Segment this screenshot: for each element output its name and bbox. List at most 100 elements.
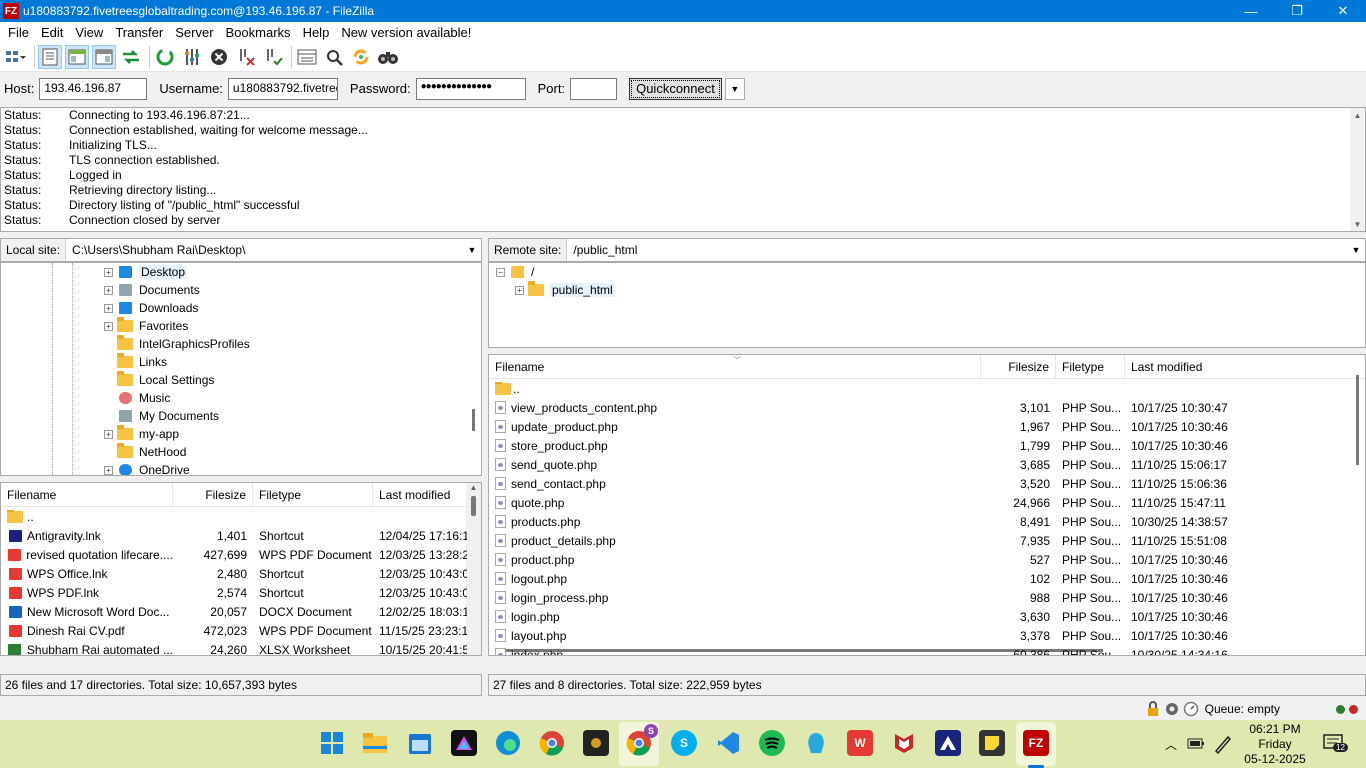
file-row[interactable]: send_quote.php 3,685 PHP Sou... 11/10/25 15… xyxy=(489,455,1349,474)
menu-help[interactable]: Help xyxy=(297,25,336,40)
column-filesize[interactable]: Filesize xyxy=(173,483,253,506)
menu-bookmarks[interactable]: Bookmarks xyxy=(220,25,297,40)
site-manager-button[interactable] xyxy=(4,45,28,69)
edge-icon[interactable] xyxy=(495,730,521,756)
file-row[interactable]: WPS Office.lnk 2,480 Shortcut 12/03/25 10:4… xyxy=(1,564,467,583)
app-blue-icon[interactable] xyxy=(803,730,829,756)
disconnect-button[interactable] xyxy=(234,45,258,69)
tree-item[interactable]: + public_html xyxy=(515,281,615,299)
host-input[interactable]: 193.46.196.87 xyxy=(39,77,148,100)
toggle-queue-button[interactable] xyxy=(119,45,143,69)
vscode-icon[interactable] xyxy=(715,730,741,756)
mcafee-icon[interactable] xyxy=(891,730,917,756)
app-icon[interactable] xyxy=(583,730,609,756)
quickconnect-button[interactable]: Quickconnect xyxy=(629,77,722,100)
reconnect-button[interactable] xyxy=(261,45,285,69)
expand-icon[interactable]: + xyxy=(104,285,113,295)
sync-browsing-button[interactable] xyxy=(349,45,373,69)
file-row[interactable]: update_product.php 1,967 PHP Sou... 10/17/2… xyxy=(489,417,1349,436)
file-row[interactable]: layout.php 3,378 PHP Sou... 10/17/25 10:30:… xyxy=(489,626,1349,645)
tree-item[interactable]: Local Settings xyxy=(104,371,214,389)
column-last-modified[interactable]: Last modified xyxy=(373,483,465,506)
file-row[interactable]: index.php 60,386 PHP Sou... 10/30/25 14:34:… xyxy=(489,645,1349,655)
tree-item[interactable]: NetHood xyxy=(104,443,186,461)
chevron-down-icon[interactable]: ▼ xyxy=(1347,245,1365,255)
cancel-operation-button[interactable] xyxy=(207,45,231,69)
expand-icon[interactable]: + xyxy=(515,285,524,295)
chrome-profile-icon[interactable]: S xyxy=(626,724,658,756)
scroll-up-icon[interactable]: ▲ xyxy=(466,483,481,492)
search-remote-button[interactable] xyxy=(376,45,400,69)
start-icon[interactable] xyxy=(319,730,345,756)
compare-button[interactable] xyxy=(322,45,346,69)
tree-item[interactable]: IntelGraphicsProfiles xyxy=(104,335,250,353)
tree-item[interactable]: Music xyxy=(104,389,170,407)
menu-server[interactable]: Server xyxy=(169,25,219,40)
file-row[interactable]: .. xyxy=(489,379,1349,398)
expand-icon[interactable]: + xyxy=(104,303,113,313)
file-row[interactable]: Antigravity.lnk 1,401 Shortcut 12/04/25 17:… xyxy=(1,526,467,545)
tree-item[interactable]: + Desktop xyxy=(104,263,188,281)
column-last-modified[interactable]: Last modified xyxy=(1125,355,1345,378)
local-directory-tree[interactable]: + Desktop + Documents + Downloads + Favorites In… xyxy=(0,262,482,476)
minimize-button[interactable]: — xyxy=(1228,0,1274,22)
file-row[interactable]: login_process.php 988 PHP Sou... 10/17/25 1… xyxy=(489,588,1349,607)
file-row[interactable]: view_products_content.php 3,101 PHP Sou...… xyxy=(489,398,1349,417)
tree-item[interactable]: − / xyxy=(496,263,534,281)
tree-item[interactable]: + Documents xyxy=(104,281,200,299)
battery-icon[interactable] xyxy=(1187,736,1205,750)
local-site-path-input[interactable]: C:\Users\Shubham Rai\Desktop\ xyxy=(66,243,463,257)
chrome-icon[interactable] xyxy=(539,730,565,756)
antigravity-icon[interactable] xyxy=(935,730,961,756)
username-input[interactable]: u180883792.fivetree xyxy=(227,77,338,100)
speed-limit-icon[interactable] xyxy=(1183,701,1199,717)
file-row[interactable]: product.php 527 PHP Sou... 10/17/25 10:30:4… xyxy=(489,550,1349,569)
toggle-log-button[interactable] xyxy=(38,44,62,69)
expand-icon[interactable]: + xyxy=(104,465,113,475)
expand-icon[interactable]: − xyxy=(496,267,505,277)
file-row[interactable]: quote.php 24,966 PHP Sou... 11/10/25 15:47:… xyxy=(489,493,1349,512)
affinity-icon[interactable] xyxy=(451,730,477,756)
file-explorer-icon[interactable] xyxy=(362,730,388,756)
menu-file[interactable]: File xyxy=(2,25,35,40)
file-row[interactable]: New Microsoft Word Doc... 20,057 DOCX Docu… xyxy=(1,602,467,621)
password-input[interactable]: ●●●●●●●●●●●●●● xyxy=(415,77,526,100)
tree-item[interactable]: + OneDrive xyxy=(104,461,190,475)
expand-icon[interactable]: + xyxy=(104,267,113,277)
tree-item[interactable]: + Favorites xyxy=(104,317,188,335)
toggle-remote-tree-button[interactable] xyxy=(92,44,116,69)
filezilla-taskbar-icon[interactable]: FZ xyxy=(1023,730,1049,756)
directory-listing-filter-button[interactable] xyxy=(295,45,319,69)
local-list-scrollbar[interactable]: ▲ xyxy=(466,483,481,655)
file-row[interactable]: products.php 8,491 PHP Sou... 10/30/25 14:3… xyxy=(489,512,1349,531)
scroll-down-icon[interactable]: ▼ xyxy=(1350,217,1365,231)
tree-scroll-thumb[interactable] xyxy=(472,409,475,431)
port-input[interactable] xyxy=(570,77,618,100)
remote-list-scroll-thumb[interactable] xyxy=(1356,375,1359,465)
tree-item[interactable]: Links xyxy=(104,353,167,371)
scroll-up-icon[interactable]: ▲ xyxy=(1350,108,1365,122)
column-filesize[interactable]: Filesize xyxy=(981,355,1056,378)
local-file-list[interactable]: Filename Filesize Filetype Last modified… xyxy=(0,482,482,656)
pen-icon[interactable] xyxy=(1213,734,1233,754)
process-queue-button[interactable] xyxy=(180,45,204,69)
menu-view[interactable]: View xyxy=(69,25,109,40)
maximize-button[interactable]: ❐ xyxy=(1274,0,1320,22)
file-row[interactable]: Dinesh Rai CV.pdf 472,023 WPS PDF Document… xyxy=(1,621,467,640)
refresh-button[interactable] xyxy=(153,45,177,69)
tree-item[interactable]: + Downloads xyxy=(104,299,198,317)
file-row[interactable]: product_details.php 7,935 PHP Sou... 11/10/… xyxy=(489,531,1349,550)
file-row[interactable]: revised quotation lifecare.... 427,699 WPS… xyxy=(1,545,467,564)
menu-transfer[interactable]: Transfer xyxy=(109,25,169,40)
expand-icon[interactable]: + xyxy=(104,321,113,331)
column-filename[interactable]: Filename xyxy=(1,483,173,506)
message-log[interactable]: Status: Connecting to 193.46.196.87:21...… xyxy=(0,107,1366,232)
file-row[interactable]: login.php 3,630 PHP Sou... 10/17/25 10:30:4… xyxy=(489,607,1349,626)
log-scrollbar[interactable]: ▲ ▼ xyxy=(1350,108,1365,231)
remote-site-path-input[interactable]: /public_html xyxy=(567,243,1347,257)
expand-icon[interactable]: + xyxy=(104,429,113,439)
remote-file-list[interactable]: Filename Filesize Filetype Last modified… xyxy=(488,354,1366,656)
close-button[interactable]: ✕ xyxy=(1320,0,1366,22)
menu-new-version[interactable]: New version available! xyxy=(335,25,477,40)
toggle-local-tree-button[interactable] xyxy=(65,44,89,69)
